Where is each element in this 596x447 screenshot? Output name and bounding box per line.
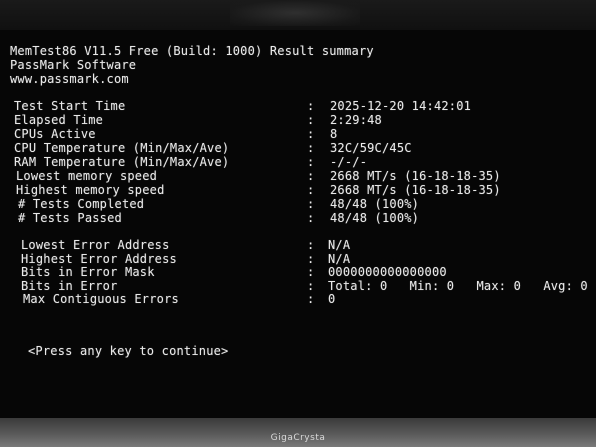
monitor-brand-logo: GigaCrysta: [270, 433, 326, 443]
summary-label-cpus-active: CPUs Active: [14, 127, 96, 141]
summary-label-elapsed-time: Elapsed Time: [14, 113, 104, 127]
error-value-bits-mask: 0000000000000000: [328, 265, 447, 279]
error-value-lowest-address: N/A: [328, 238, 351, 252]
error-label-lowest-address: Lowest Error Address: [21, 238, 170, 252]
app-title: MemTest86 V11.5 Free (Build: 1000) Resul…: [10, 44, 374, 58]
company-url: www.passmark.com: [10, 72, 129, 86]
summary-value-ram-temp: -/-/-: [330, 155, 368, 169]
summary-value-cpus-active: 8: [330, 127, 338, 141]
summary-label-cpu-temp: CPU Temperature (Min/Max/Ave): [14, 141, 230, 155]
summary-sep-cpu-temp: :: [307, 141, 315, 155]
summary-label-tests-passed: # Tests Passed: [18, 211, 122, 225]
bezel-reflection: [230, 0, 360, 26]
summary-label-tests-completed: # Tests Completed: [18, 197, 145, 211]
error-label-bits-mask: Bits in Error Mask: [21, 265, 155, 279]
error-sep-bits-mask: :: [307, 265, 315, 279]
summary-sep-elapsed-time: :: [307, 113, 315, 127]
summary-value-cpu-temp: 32C/59C/45C: [330, 141, 412, 155]
summary-value-tests-completed: 48/48 (100%): [330, 197, 420, 211]
terminal-screen: [0, 30, 596, 425]
summary-value-start-time: 2025-12-20 14:42:01: [330, 99, 472, 113]
summary-label-ram-temp: RAM Temperature (Min/Max/Ave): [14, 155, 230, 169]
summary-sep-lowest-speed: :: [307, 169, 315, 183]
summary-value-highest-speed: 2668 MT/s (16-18-18-35): [330, 183, 501, 197]
summary-sep-tests-completed: :: [307, 197, 315, 211]
error-label-max-contiguous: Max Contiguous Errors: [23, 292, 179, 306]
error-sep-lowest-address: :: [307, 238, 315, 252]
summary-sep-highest-speed: :: [307, 183, 315, 197]
summary-value-tests-passed: 48/48 (100%): [330, 211, 420, 225]
summary-label-lowest-speed: Lowest memory speed: [16, 169, 158, 183]
continue-prompt[interactable]: <Press any key to continue>: [28, 344, 228, 359]
error-value-bits-in-error: Total: 0 Min: 0 Max: 0 Avg: 0: [328, 279, 588, 293]
error-value-max-contiguous: 0: [328, 292, 336, 306]
summary-sep-tests-passed: :: [307, 211, 315, 225]
company-name: PassMark Software: [10, 58, 137, 72]
summary-value-lowest-speed: 2668 MT/s (16-18-18-35): [330, 169, 501, 183]
summary-sep-cpus-active: :: [307, 127, 315, 141]
summary-value-elapsed-time: 2:29:48: [330, 113, 382, 127]
error-sep-max-contiguous: :: [307, 292, 315, 306]
summary-label-highest-speed: Highest memory speed: [16, 183, 165, 197]
summary-sep-ram-temp: :: [307, 155, 315, 169]
summary-label-start-time: Test Start Time: [14, 99, 126, 113]
summary-sep-start-time: :: [307, 99, 315, 113]
